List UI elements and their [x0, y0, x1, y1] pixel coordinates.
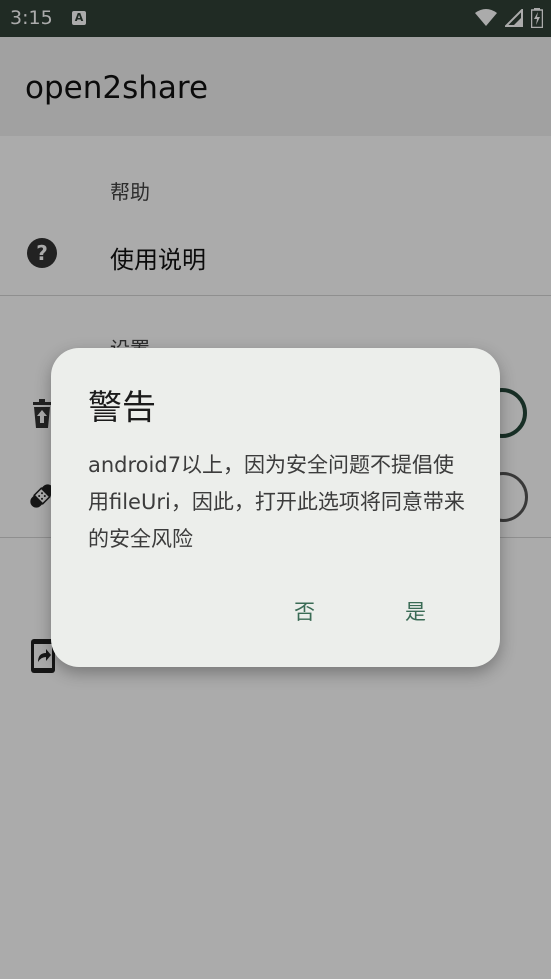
dialog-yes-button[interactable]: 是 — [393, 592, 438, 630]
dialog-no-button[interactable]: 否 — [282, 592, 327, 630]
dialog-message: android7以上，因为安全问题不提倡使用fileUri，因此，打开此选项将同… — [88, 453, 465, 551]
dialog-title: 警告 — [88, 388, 156, 428]
warning-dialog: 警告 android7以上，因为安全问题不提倡使用fileUri，因此，打开此选… — [51, 348, 500, 667]
